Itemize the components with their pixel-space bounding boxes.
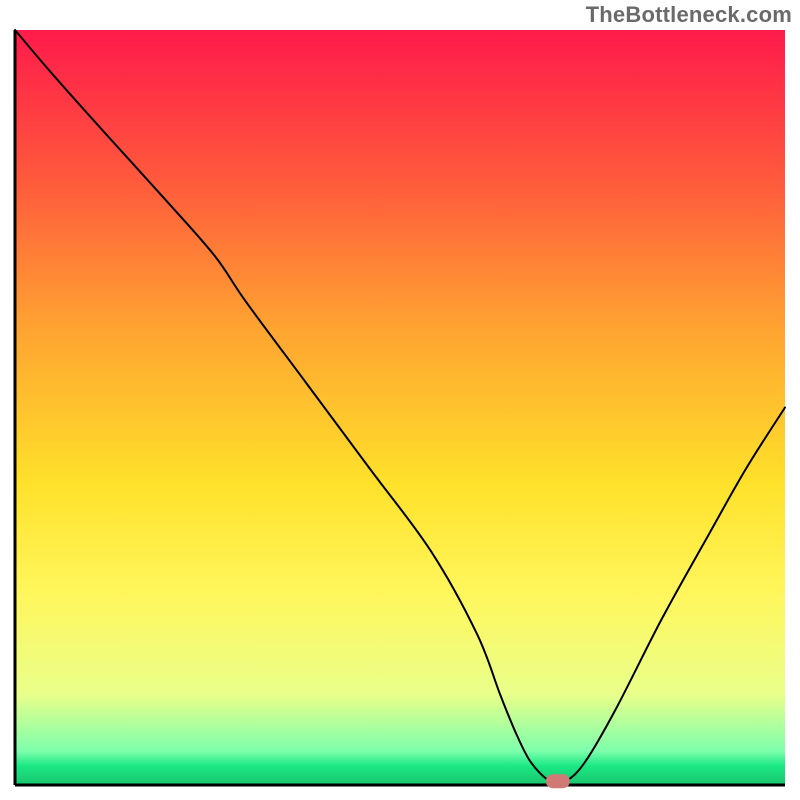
watermark-label: TheBottleneck.com (586, 2, 792, 28)
chart-container: TheBottleneck.com (0, 0, 800, 800)
bottleneck-chart (0, 0, 800, 800)
plot-background (15, 30, 785, 785)
optimal-marker (546, 774, 570, 788)
